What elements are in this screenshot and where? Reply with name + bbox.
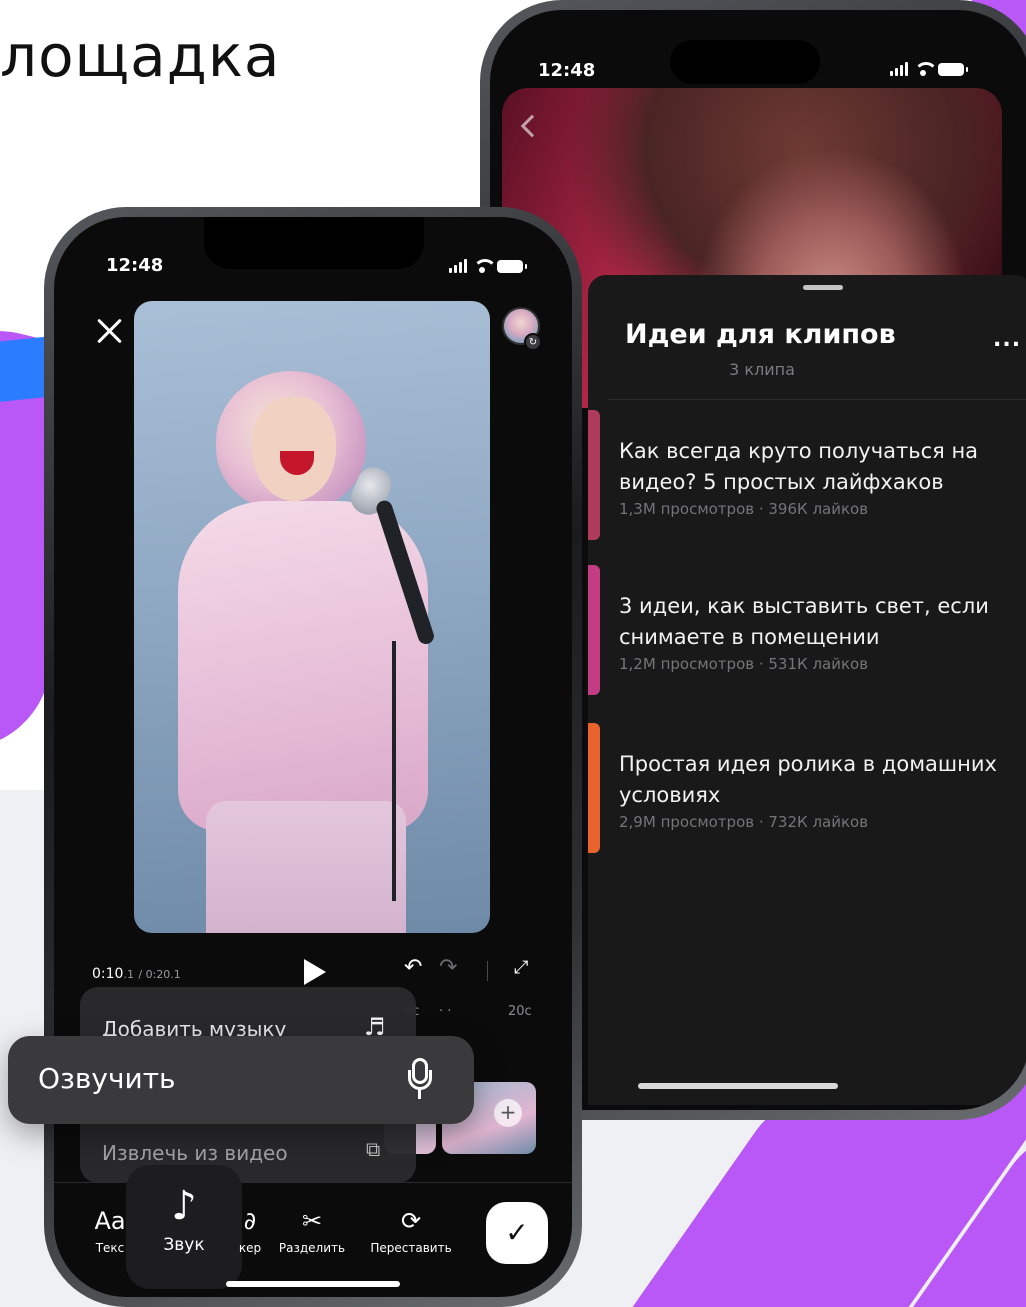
clip-stats: 1,2М просмотров · 531К лайков: [619, 655, 869, 673]
clip-thumbnail: [588, 723, 600, 853]
expand-icon[interactable]: ⤢: [514, 957, 528, 978]
status-time: 12:48: [538, 60, 596, 81]
clip-item[interactable]: 3 идеи, как выставить свет, если снимает…: [588, 565, 1026, 705]
status-time: 12:48: [106, 255, 164, 276]
redo-icon[interactable]: ↷: [439, 955, 457, 980]
tool-sticker[interactable]: ∂ кер: [230, 1207, 270, 1255]
voice-over-option[interactable]: Озвучить: [8, 1036, 474, 1124]
playback-total: / 0:20.1: [138, 968, 181, 981]
divider: [487, 961, 488, 981]
add-clip-icon[interactable]: +: [494, 1099, 522, 1127]
preview-figure-trousers: [206, 801, 406, 933]
battery-icon: [497, 260, 527, 273]
confirm-button[interactable]: ✓: [486, 1202, 548, 1264]
home-indicator: [638, 1083, 838, 1089]
phone-video-editor: 12:48 ↻ 0:10.1 / 0:20.1 ↶ ↷ ⤢ 5с ·: [44, 207, 582, 1307]
phone-screen: 12:48 ↻ 0:10.1 / 0:20.1 ↶ ↷ ⤢ 5с ·: [54, 217, 572, 1297]
playback-fraction: .1: [123, 968, 134, 981]
sheet-title: Идеи для клипов: [625, 319, 896, 350]
clip-item[interactable]: Как всегда круто получаться на видео? 5 …: [588, 410, 1026, 550]
text-icon: Aa: [94, 1207, 126, 1235]
clip-thumbnail: [588, 565, 600, 695]
tool-label: Звук: [163, 1235, 205, 1255]
ruler-mark: 20с: [508, 1004, 532, 1019]
page-headline: лощадка: [0, 22, 281, 90]
ruler-dots: · ·: [439, 1004, 452, 1019]
wifi-icon: [914, 62, 938, 76]
tool-text[interactable]: Aa Текс: [90, 1207, 130, 1255]
preview-figure-face: [252, 397, 336, 501]
tool-label: кер: [238, 1241, 262, 1255]
undo-icon[interactable]: ↶: [404, 955, 422, 980]
voice-over-label: Озвучить: [38, 1062, 176, 1095]
clip-stats: 2,9М просмотров · 732К лайков: [619, 813, 869, 831]
clip-title: Простая идея ролика в домашних условиях: [619, 752, 997, 807]
clip-item[interactable]: Простая идея ролика в домашних условиях …: [588, 723, 1026, 863]
preview-microphone-cable: [392, 641, 396, 901]
home-indicator: [226, 1281, 400, 1287]
menu-item-extract-audio[interactable]: Извлечь из видео: [102, 1141, 288, 1165]
tool-label: Разделить: [278, 1241, 346, 1255]
playback-time: 0:10.1 / 0:20.1: [92, 966, 181, 982]
status-icons: [449, 259, 527, 273]
play-icon[interactable]: [304, 959, 326, 985]
wifi-icon: [473, 259, 497, 273]
music-note-icon: ♪: [171, 1183, 197, 1229]
divider: [608, 399, 1026, 400]
tool-sound[interactable]: ♪ Звук: [126, 1165, 242, 1289]
switch-camera-icon[interactable]: ↻: [524, 333, 542, 351]
tool-label: Текс: [95, 1241, 125, 1255]
playback-current: 0:10: [92, 966, 124, 982]
scissors-icon: ✂: [301, 1207, 323, 1235]
rearrange-icon: ⟳: [400, 1207, 422, 1235]
signal-icon: [449, 259, 467, 273]
microphone-icon-stem: [418, 1089, 421, 1099]
clip-title: Как всегда круто получаться на видео? 5 …: [619, 439, 979, 494]
clip-stats: 1,3М просмотров · 396К лайков: [619, 500, 869, 518]
clips-sheet: Идеи для клипов 3 клипа ... Как всегда к…: [588, 275, 1026, 1105]
tool-split[interactable]: ✂ Разделить: [272, 1207, 352, 1255]
video-preview[interactable]: [134, 301, 490, 933]
battery-icon: [938, 63, 968, 76]
extract-video-icon[interactable]: ⧉: [366, 1137, 380, 1161]
close-icon[interactable]: [96, 317, 124, 345]
notch: [204, 217, 424, 269]
sheet-grabber[interactable]: [803, 285, 843, 290]
clip-thumbnail: [588, 410, 600, 540]
clip-title: 3 идеи, как выставить свет, если снимает…: [619, 594, 989, 649]
sheet-subtitle: 3 клипа: [729, 360, 795, 379]
signal-icon: [890, 62, 908, 76]
dynamic-island: [670, 40, 820, 84]
tool-label: Переставить: [370, 1241, 452, 1255]
microphone-icon: [408, 1058, 432, 1102]
sticker-icon: ∂: [243, 1207, 257, 1235]
tool-rearrange[interactable]: ⟳ Переставить: [364, 1207, 458, 1255]
microphone-icon-cup: [408, 1070, 432, 1090]
more-icon[interactable]: ...: [993, 327, 1021, 352]
status-icons: [890, 62, 968, 76]
